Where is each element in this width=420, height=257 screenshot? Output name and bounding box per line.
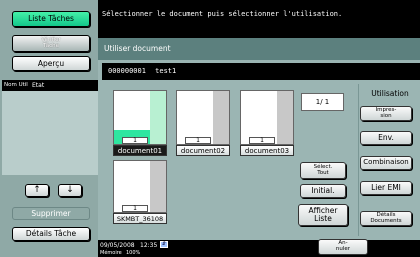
cancel-button[interactable]: An- nuler — [318, 239, 368, 255]
job-details-button[interactable]: Détails Tâche — [12, 227, 90, 241]
dialog-title: Utiliser document — [98, 38, 420, 60]
job-list-button[interactable]: Liste Tâches — [12, 11, 90, 27]
state-column-header: Etat — [32, 82, 45, 89]
scroll-down-button[interactable]: ↓ — [58, 184, 82, 197]
time-display: 12:35 — [140, 242, 158, 249]
page-number: 1 — [122, 205, 148, 212]
document-name: test1 — [155, 67, 177, 75]
user-column-header: Nom Util. — [4, 82, 28, 88]
document-label[interactable]: document03 — [240, 145, 294, 156]
page-preview — [213, 91, 229, 144]
page-number: 1 — [185, 137, 211, 144]
job-table: Nom Util. Etat — [2, 80, 98, 175]
status-bar: 09/05/2008 12:35 ⇵ Mémoire 100% — [98, 240, 420, 257]
utilisation-header: Utilisation — [371, 89, 409, 98]
document-thumbnail[interactable]: 1 — [176, 90, 230, 145]
print-button[interactable]: Impres- sion — [360, 106, 412, 121]
page-counter: 1/ 1 — [301, 93, 344, 111]
document-name-bar: 000000001 test1 — [102, 63, 420, 80]
document-label[interactable]: document01 — [113, 145, 167, 156]
instruction-message: Sélectionner le document puis sélectionn… — [100, 0, 420, 32]
delete-button[interactable]: Supprimer — [12, 207, 90, 220]
page-number: 1 — [122, 137, 148, 144]
document-label[interactable]: SKMBT_36108 — [113, 213, 167, 224]
link-emi-button[interactable]: Lier EMI — [360, 181, 412, 195]
page-preview — [277, 91, 293, 144]
scroll-up-button[interactable]: ↑ — [25, 184, 49, 197]
send-button[interactable]: Env. — [360, 131, 412, 145]
preview-button[interactable]: Aperçu — [12, 56, 90, 71]
left-panel: Liste Tâches Vérifier Tâche Aperçu Nom U… — [0, 0, 98, 257]
verify-job-button[interactable]: Vérifier Tâche — [12, 35, 90, 52]
page-preview — [150, 91, 166, 144]
memory-value: 100% — [126, 250, 141, 256]
select-all-button[interactable]: Sélect. Tout — [300, 162, 346, 179]
memory-label: Mémoire — [100, 250, 122, 256]
show-list-button[interactable]: Afficher Liste — [298, 204, 348, 226]
job-table-header: Nom Util. Etat — [2, 80, 98, 91]
combine-button[interactable]: Combinaison — [360, 156, 412, 170]
document-label[interactable]: document02 — [176, 145, 230, 156]
document-thumbnail[interactable]: 1 — [113, 90, 167, 145]
date-display: 09/05/2008 — [100, 242, 135, 249]
document-thumbnail[interactable]: 1 — [113, 160, 167, 213]
document-thumbnail[interactable]: 1 — [240, 90, 294, 145]
initial-button[interactable]: Initial. — [300, 184, 346, 198]
network-icon: ⇵ — [160, 241, 168, 248]
document-details-button[interactable]: Détails Documents — [360, 211, 412, 226]
page-number: 1 — [249, 137, 275, 144]
document-number: 000000001 — [108, 67, 146, 75]
page-preview — [150, 161, 166, 212]
